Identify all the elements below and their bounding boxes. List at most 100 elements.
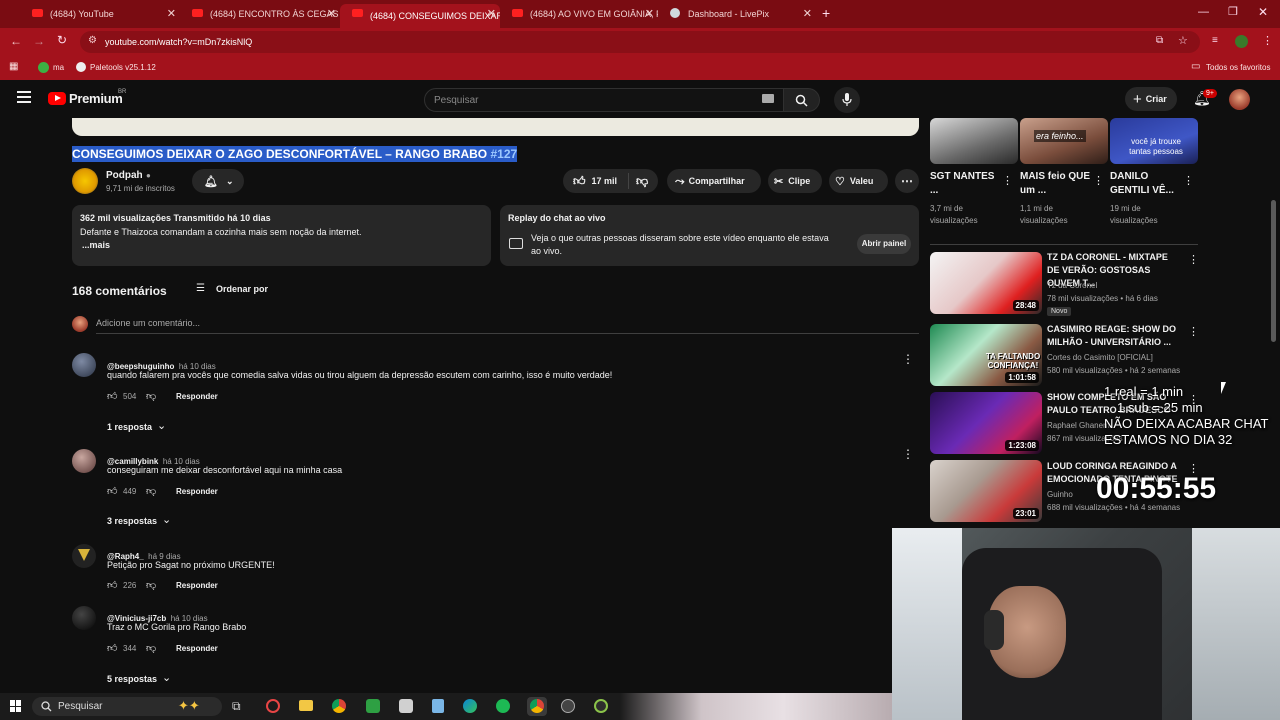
browser-tab-active[interactable]: (4684) CONSEGUIMOS DEIXAR ✕	[340, 4, 500, 28]
short-thumbnail[interactable]: era feinho...	[1020, 118, 1108, 164]
video-thumbnail[interactable]: 1:23:08	[930, 392, 1042, 454]
video-hashtag-link[interactable]: #127	[491, 147, 518, 161]
close-tab-icon[interactable]: ✕	[167, 7, 176, 20]
like-icon[interactable]: 👍︎	[107, 485, 117, 497]
like-icon[interactable]: 👍︎	[107, 642, 117, 654]
app-icon[interactable]	[366, 699, 380, 713]
page-scrollbar-thumb[interactable]	[1271, 200, 1276, 342]
new-tab-button[interactable]: +	[822, 5, 830, 21]
comment-menu-icon[interactable]: ⋮	[902, 352, 914, 366]
view-replies-button[interactable]: 5 respostas	[107, 674, 157, 684]
restore-button[interactable]: ❐	[1228, 5, 1238, 18]
short-title[interactable]: DANILO GENTILI VÊ...	[1110, 170, 1182, 198]
browser-tab[interactable]: (4684) AO VIVO EM GOIÂNIA, P ✕	[500, 4, 658, 24]
back-icon[interactable]: ←	[10, 34, 22, 48]
video-menu-icon[interactable]: ⋮	[1188, 253, 1199, 266]
short-menu-icon[interactable]: ⋮	[1002, 174, 1013, 187]
like-icon[interactable]: 👍︎	[107, 390, 117, 402]
commenter-avatar[interactable]	[72, 544, 96, 568]
search-box[interactable]: Pesquisar	[424, 88, 784, 112]
hamburger-menu-icon[interactable]	[17, 91, 31, 103]
install-app-icon[interactable]: ⧉	[1156, 35, 1163, 46]
short-thumbnail[interactable]: você já trouxe tantas pessoas	[1110, 118, 1198, 164]
dislike-icon[interactable]: 👎︎	[146, 485, 156, 497]
channel-avatar[interactable]	[72, 168, 98, 194]
show-more-link[interactable]: ...mais	[82, 240, 110, 250]
video-channel[interactable]: Guinho	[1047, 490, 1073, 499]
media-icon[interactable]: ≡	[1212, 35, 1218, 46]
browser-tab[interactable]: (4684) YouTube ✕	[20, 4, 180, 24]
subscribed-button[interactable]: 🔔︎ ⌄	[192, 169, 244, 193]
video-menu-icon[interactable]: ⋮	[1188, 325, 1199, 338]
dislike-icon[interactable]: 👎︎	[146, 579, 156, 591]
sort-icon[interactable]: ☰	[196, 283, 205, 294]
close-tab-icon[interactable]: ✕	[327, 7, 336, 20]
account-avatar[interactable]	[1229, 89, 1250, 110]
short-menu-icon[interactable]: ⋮	[1093, 174, 1104, 187]
close-tab-icon[interactable]: ✕	[645, 7, 654, 20]
like-icon[interactable]: 👍︎	[573, 174, 586, 189]
spotify-icon[interactable]	[496, 699, 510, 713]
app-icon[interactable]	[266, 699, 280, 713]
search-input[interactable]: Pesquisar	[434, 95, 478, 106]
reply-button[interactable]: Responder	[176, 644, 218, 653]
commenter-avatar[interactable]	[72, 353, 96, 377]
add-comment-input[interactable]: Adicione um comentário...	[96, 318, 200, 328]
file-explorer-icon[interactable]	[299, 700, 313, 711]
video-thumbnail[interactable]: 23:01	[930, 460, 1042, 522]
bookmark-item[interactable]: ma	[53, 63, 64, 72]
short-thumbnail[interactable]	[930, 118, 1018, 164]
browser-menu-icon[interactable]: ⋮	[1262, 34, 1273, 47]
like-icon[interactable]: 👍︎	[107, 579, 117, 591]
chrome-active-icon[interactable]	[527, 697, 547, 716]
video-channel[interactable]: Cortes do Casimito [OFICIAL]	[1047, 353, 1153, 362]
youtube-logo-text[interactable]: Premium	[69, 91, 123, 106]
view-replies-button[interactable]: 1 resposta	[107, 422, 152, 432]
close-window-button[interactable]: ✕	[1258, 5, 1268, 19]
video-thumbnail[interactable]: 28:48	[930, 252, 1042, 314]
edge-icon[interactable]	[463, 699, 477, 713]
all-bookmarks-link[interactable]: Todos os favoritos	[1206, 63, 1270, 72]
search-button[interactable]	[784, 88, 820, 112]
dislike-icon[interactable]: 👎︎	[146, 390, 156, 402]
like-count[interactable]: 17 mil	[592, 176, 618, 186]
dislike-icon[interactable]: 👎︎	[146, 642, 156, 654]
app-icon[interactable]	[432, 699, 444, 713]
view-replies-button[interactable]: 3 respostas	[107, 516, 157, 526]
commenter-avatar[interactable]	[72, 449, 96, 473]
thanks-button[interactable]: ♡ Valeu	[829, 169, 888, 193]
bookmark-star-icon[interactable]: ☆	[1178, 34, 1188, 47]
chevron-down-icon[interactable]: ⌄	[162, 671, 171, 684]
bookmark-item[interactable]: Paletools v25.1.12	[90, 63, 156, 72]
app-icon[interactable]	[399, 699, 413, 713]
short-title[interactable]: MAIS feio QUE um ...	[1020, 170, 1092, 198]
chevron-down-icon[interactable]: ⌄	[157, 419, 166, 432]
voice-search-button[interactable]	[834, 87, 860, 113]
create-button[interactable]: + Criar	[1125, 87, 1177, 111]
comment-menu-icon[interactable]: ⋮	[902, 447, 914, 461]
close-tab-icon[interactable]: ✕	[803, 7, 812, 20]
reload-icon[interactable]: ↻	[57, 33, 67, 47]
minimize-button[interactable]: —	[1198, 6, 1209, 18]
reply-button[interactable]: Responder	[176, 392, 218, 401]
chrome-icon[interactable]	[332, 699, 346, 713]
video-title[interactable]: CASIMIRO REAGE: SHOW DO MILHÃO - UNIVERS…	[1047, 323, 1179, 349]
apps-grid-icon[interactable]: ▦	[9, 61, 18, 72]
url-field[interactable]: ⚙ youtube.com/watch?v=mDn7zkisNlQ ⧉ ☆	[80, 31, 1200, 53]
channel-name[interactable]: Podpah	[106, 170, 143, 181]
keyboard-icon[interactable]	[762, 94, 774, 103]
dislike-icon[interactable]: 👎︎	[636, 174, 648, 189]
video-channel[interactable]: Tz da Coronel	[1047, 281, 1097, 290]
sort-by-button[interactable]: Ordenar por	[216, 284, 268, 294]
open-chat-panel-button[interactable]: Abrir painel	[857, 234, 911, 254]
forward-icon[interactable]: →	[33, 34, 45, 48]
chevron-down-icon[interactable]: ⌄	[162, 513, 171, 526]
browser-tab[interactable]: (4684) ENCONTRO ÀS CEGAS C ✕	[180, 4, 340, 24]
browser-tab[interactable]: Dashboard - LivePix ✕	[658, 4, 816, 24]
taskbar-search[interactable]: Pesquisar ✦✦	[32, 697, 222, 716]
close-tab-icon[interactable]: ✕	[487, 7, 496, 20]
video-player[interactable]	[72, 118, 919, 136]
youtube-logo-icon[interactable]	[48, 92, 66, 105]
windows-start-icon[interactable]	[10, 700, 22, 712]
video-thumbnail[interactable]: TA FALTANDO CONFIANÇA! 1:01:58	[930, 324, 1042, 386]
